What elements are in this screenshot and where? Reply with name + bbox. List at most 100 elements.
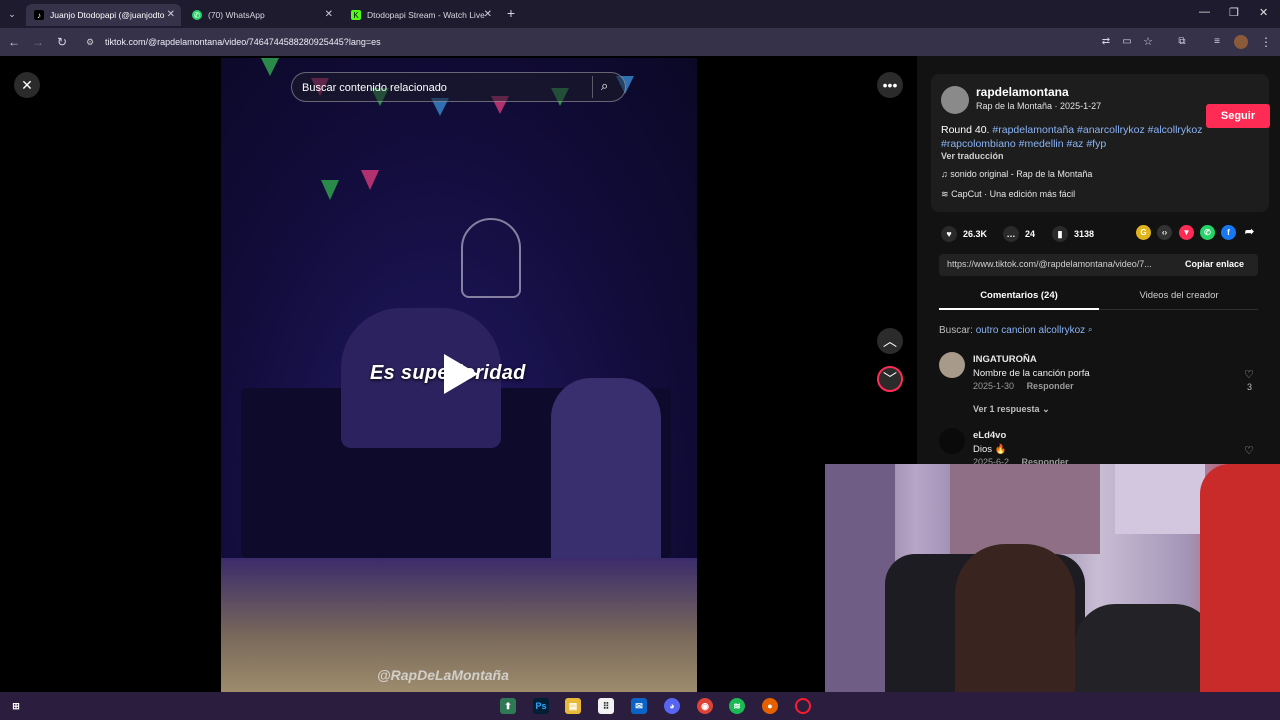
maximize-icon[interactable]: ❐ xyxy=(1229,6,1239,19)
translate-icon[interactable]: ⇄ xyxy=(1098,34,1114,50)
hashtags[interactable]: #rapdelamontaña #anarcollrykoz #alcollry… xyxy=(992,124,1202,136)
comment-text: Nombre de la canción porfa xyxy=(973,368,1090,379)
capcut-label: CapCut · Una edición más fácil xyxy=(951,189,1076,199)
webcam-overlay xyxy=(825,464,1280,720)
creator-subline: Rap de la Montaña · 2025-1-27 xyxy=(976,101,1102,111)
spotify-icon[interactable]: ≋ xyxy=(729,698,745,714)
comment-meta: 2025-1-30 Responder xyxy=(973,381,1074,391)
tab-list-chevron-icon[interactable]: ⌄ xyxy=(4,6,20,22)
minimize-icon[interactable]: — xyxy=(1199,6,1210,18)
url-text: tiktok.com/@rapdelamontana/video/7464744… xyxy=(105,37,381,47)
app-icon[interactable]: ⬆ xyxy=(500,698,516,714)
bunting-flag xyxy=(361,170,379,190)
extensions-icon[interactable]: ⧉ xyxy=(1174,34,1190,50)
photoshop-icon[interactable]: Ps xyxy=(533,698,549,714)
comment-bubble-icon: … xyxy=(1003,226,1019,242)
save-stat[interactable]: ▮ 3138 xyxy=(1052,226,1094,242)
facebook-share-icon[interactable]: f xyxy=(1221,225,1236,240)
search-suggestion-prefix: Buscar: xyxy=(939,325,973,336)
whatsapp-share-icon[interactable]: ✆ xyxy=(1200,225,1215,240)
reading-list-icon[interactable]: ≡ xyxy=(1209,34,1225,50)
search-suggestion[interactable]: Buscar: outro cancion alcollrykoz ⌕ xyxy=(939,325,1092,336)
bunting-flag xyxy=(261,58,279,76)
close-tab-icon[interactable]: ✕ xyxy=(167,9,175,20)
commenter-name[interactable]: INGATUROÑA xyxy=(973,354,1037,365)
sound-row[interactable]: ♫ sonido original - Rap de la Montaña xyxy=(941,169,1092,179)
new-tab-button[interactable]: + xyxy=(503,5,519,21)
sound-label: sonido original - Rap de la Montaña xyxy=(950,169,1093,179)
url-field[interactable]: ⚙ tiktok.com/@rapdelamontana/video/74647… xyxy=(80,31,1080,53)
tab-comments[interactable]: Comentarios (24) xyxy=(939,290,1099,301)
close-video-icon[interactable]: ✕ xyxy=(14,72,40,98)
comment-stat[interactable]: … 24 xyxy=(1003,226,1035,242)
play-icon[interactable] xyxy=(444,354,478,394)
send-icon[interactable]: ▼ xyxy=(1179,225,1194,240)
comment-text: Dios 🔥 xyxy=(973,444,1007,455)
divider xyxy=(592,76,593,98)
commenter-avatar[interactable] xyxy=(939,352,965,378)
person-red-shirt xyxy=(1200,464,1280,720)
back-icon[interactable]: ← xyxy=(6,34,22,50)
hashtags[interactable]: #rapcolombiano #medellin #az #fyp xyxy=(941,138,1106,150)
view-replies-label: Ver 1 respuesta xyxy=(973,404,1040,414)
video-link[interactable]: https://www.tiktok.com/@rapdelamontana/v… xyxy=(947,259,1177,269)
view-replies[interactable]: Ver 1 respuesta ⌄ xyxy=(973,404,1050,415)
tab-label: Juanjo Dtodopapi (@juanjodto xyxy=(50,10,165,20)
like-stat[interactable]: ♥ 26.3K xyxy=(941,226,987,242)
forward-icon[interactable]: → xyxy=(30,34,46,50)
windows-start-icon[interactable]: ⊞ xyxy=(8,698,24,714)
translate-link[interactable]: Ver traducción xyxy=(941,151,1004,161)
related-search-input[interactable] xyxy=(302,79,582,97)
comment-like-icon[interactable]: ♡ xyxy=(1244,368,1254,381)
tab-whatsapp[interactable]: ✆ (70) WhatsApp ✕ xyxy=(184,4,339,26)
menu-kebab-icon[interactable]: ⋮ xyxy=(1258,34,1274,50)
commenter-avatar[interactable] xyxy=(939,428,965,454)
bookmark-star-icon[interactable]: ☆ xyxy=(1140,34,1156,50)
comment-like-icon[interactable]: ♡ xyxy=(1244,444,1254,457)
browser-tab-bar: ⌄ ♪ Juanjo Dtodopapi (@juanjodto ✕ ✆ (70… xyxy=(0,0,1280,28)
creator-avatar[interactable] xyxy=(941,86,969,114)
tiktok-icon: ♪ xyxy=(34,10,44,20)
tab-active-indicator xyxy=(939,308,1099,310)
firefox-icon[interactable]: ● xyxy=(762,698,778,714)
creator-username[interactable]: rapdelamontana xyxy=(976,85,1069,99)
link-box: https://www.tiktok.com/@rapdelamontana/v… xyxy=(939,254,1258,276)
description-text: Round 40. xyxy=(941,124,990,136)
next-video-chevron-down-icon[interactable]: ﹀ xyxy=(877,366,903,392)
cast-icon[interactable]: ▭ xyxy=(1119,34,1135,50)
more-options-icon[interactable]: ••• xyxy=(877,72,903,98)
commenter-name[interactable]: eLd4vo xyxy=(973,430,1006,441)
copy-link-button[interactable]: Copiar enlace xyxy=(1185,259,1244,269)
logo-emblem xyxy=(461,218,521,298)
chrome-icon[interactable]: ◉ xyxy=(697,698,713,714)
previous-video-chevron-up-icon[interactable]: ︿ xyxy=(877,328,903,354)
poster xyxy=(1115,464,1205,534)
apps-grid-icon[interactable]: ⠿ xyxy=(598,698,614,714)
coin-icon[interactable]: G xyxy=(1136,225,1151,240)
file-explorer-icon[interactable]: ▤ xyxy=(565,698,581,714)
opera-icon[interactable] xyxy=(795,698,811,714)
close-tab-icon[interactable]: ✕ xyxy=(325,9,333,20)
related-search-box[interactable]: ⌕ xyxy=(291,72,626,102)
close-tab-icon[interactable]: ✕ xyxy=(484,9,492,20)
save-count: 3138 xyxy=(1074,229,1095,239)
kick-icon: K xyxy=(351,10,361,20)
discord-icon[interactable]: ◕ xyxy=(664,698,680,714)
site-info-icon[interactable]: ⚙ xyxy=(86,31,94,53)
embed-icon[interactable]: ‹› xyxy=(1157,225,1172,240)
close-window-icon[interactable]: ✕ xyxy=(1259,6,1268,19)
tab-kick-stream[interactable]: K Dtodopapi Stream - Watch Live ✕ xyxy=(343,4,498,26)
chevron-down-icon: ⌄ xyxy=(1042,404,1050,414)
reload-icon[interactable]: ↻ xyxy=(54,34,70,50)
outlook-icon[interactable]: ✉ xyxy=(631,698,647,714)
reply-button[interactable]: Responder xyxy=(1027,381,1074,391)
tab-creator-videos[interactable]: Videos del creador xyxy=(1099,290,1259,301)
music-note-icon: ♫ xyxy=(941,169,948,179)
capcut-row[interactable]: ≋ CapCut · Una edición más fácil xyxy=(941,189,1075,200)
search-suggestion-query[interactable]: outro cancion alcollrykoz xyxy=(976,325,1086,336)
search-icon[interactable]: ⌕ xyxy=(601,78,608,94)
share-arrow-icon[interactable]: ➦ xyxy=(1242,225,1257,240)
creator-card: rapdelamontana Rap de la Montaña · 2025-… xyxy=(931,74,1270,212)
tab-tiktok[interactable]: ♪ Juanjo Dtodopapi (@juanjodto ✕ xyxy=(26,4,181,26)
profile-avatar[interactable] xyxy=(1233,34,1249,50)
